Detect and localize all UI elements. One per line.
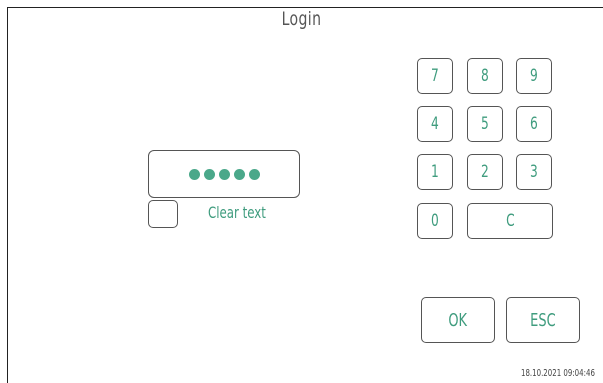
- key-7-button[interactable]: 7: [417, 58, 453, 94]
- password-dot: [248, 168, 260, 180]
- key-1-button[interactable]: 1: [417, 154, 453, 190]
- clear-key-button[interactable]: C: [467, 203, 553, 239]
- key-2-button[interactable]: 2: [467, 154, 503, 190]
- key-5-button[interactable]: 5: [467, 106, 503, 142]
- key-9-button[interactable]: 9: [516, 58, 552, 94]
- password-field[interactable]: [148, 150, 300, 198]
- password-dot: [188, 168, 200, 180]
- key-8-button[interactable]: 8: [467, 58, 503, 94]
- key-3-button[interactable]: 3: [516, 154, 552, 190]
- ok-button[interactable]: OK: [421, 297, 495, 343]
- key-0-button[interactable]: 0: [417, 203, 453, 239]
- timestamp: 18.10.2021 09:04:46: [521, 368, 595, 379]
- password-dot: [218, 168, 230, 180]
- page-title: Login: [281, 8, 322, 30]
- esc-button[interactable]: ESC: [506, 297, 580, 343]
- key-6-button[interactable]: 6: [516, 106, 552, 142]
- password-mask: [188, 168, 260, 180]
- key-4-button[interactable]: 4: [417, 106, 453, 142]
- clear-text-label: Clear text: [208, 203, 266, 222]
- clear-text-checkbox[interactable]: [148, 200, 178, 228]
- password-dot: [203, 168, 215, 180]
- password-dot: [233, 168, 245, 180]
